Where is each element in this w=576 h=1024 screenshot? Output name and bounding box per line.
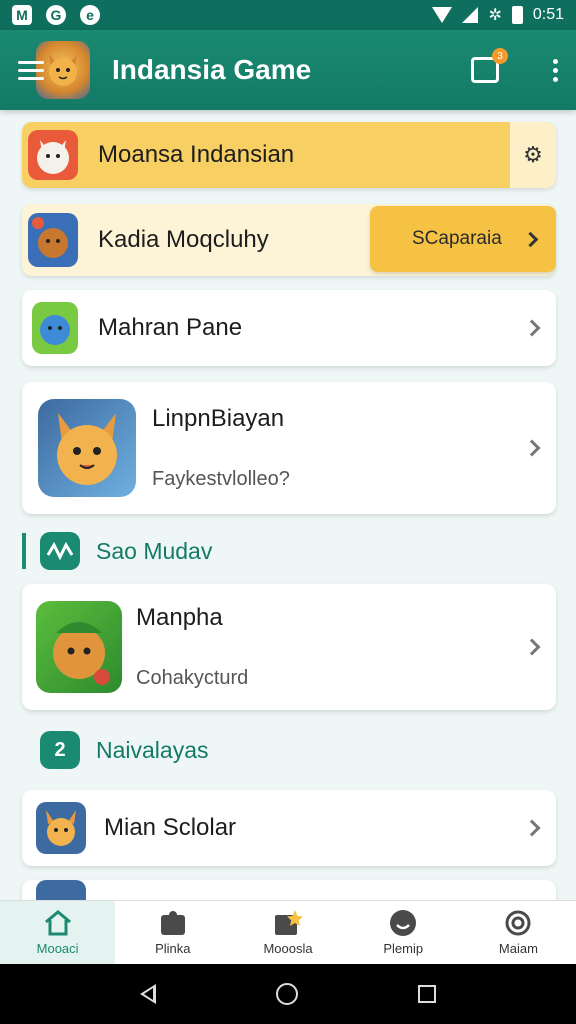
nav-item-plinka[interactable]: Plinka — [115, 901, 230, 964]
section-header: Sao Mudav — [0, 532, 212, 570]
list-item-moansa[interactable]: Moansa Indansian ⚙ — [22, 122, 556, 188]
bottom-navigation: Mooaci Plinka Mooosla Plemip Maiam — [0, 900, 576, 964]
nav-item-mooosla[interactable]: Mooosla — [230, 901, 345, 964]
app-bar: Indansia Game 3 — [0, 30, 576, 110]
chat-icon[interactable]: 3 — [471, 48, 508, 83]
app-icon: e — [80, 5, 100, 25]
list-item-label: Mian Sclolar — [104, 814, 237, 841]
list-item-subtitle: Cohakycturd — [136, 667, 249, 689]
puzzle-icon — [158, 909, 188, 937]
list-item-manpha[interactable]: Manpha Cohakycturd — [22, 584, 556, 710]
vibrate-icon: ✲ — [488, 7, 502, 24]
chevron-right-icon — [523, 819, 541, 837]
recent-apps-icon[interactable] — [418, 985, 436, 1003]
nav-label: Mooaci — [36, 941, 79, 956]
gmail-icon: M — [12, 5, 32, 25]
list-item-subtitle: Faykestvlolleo? — [152, 468, 290, 490]
nav-item-maiam[interactable]: Maiam — [461, 901, 576, 964]
action-button-label: SCaparaia — [412, 228, 502, 249]
avatar-icon — [38, 399, 136, 497]
nav-label: Plinka — [155, 941, 191, 956]
swirl-icon — [503, 909, 533, 937]
avatar-icon — [36, 601, 122, 693]
chevron-right-icon — [523, 439, 541, 457]
section-title: Sao Mudav — [96, 537, 213, 564]
list-item-title: LinpnBiayan — [152, 405, 285, 432]
home-button-icon[interactable] — [276, 983, 298, 1005]
nav-item-plemip[interactable]: Plemip — [346, 901, 461, 964]
action-button[interactable]: SCaparaia — [370, 206, 556, 272]
list-item-label: Moansa Indansian — [98, 141, 295, 168]
back-icon[interactable] — [140, 984, 156, 1004]
system-navigation — [0, 964, 576, 1024]
nav-item-home[interactable]: Mooaci — [0, 901, 116, 964]
list-item-label: Mahran Pane — [98, 314, 243, 341]
app-icon: G — [46, 5, 66, 25]
more-options-icon[interactable] — [553, 58, 558, 82]
nav-label: Plemip — [383, 941, 424, 956]
list-item-label: Kadia Moqcluhy — [98, 226, 269, 253]
nav-label: Mooosla — [263, 941, 313, 956]
list-item-mahran[interactable]: Mahran Pane — [22, 290, 556, 366]
list-item-mian[interactable]: Mian Sclolar — [22, 790, 556, 866]
section-icon: 2 — [40, 731, 80, 769]
wave-icon — [40, 532, 80, 570]
avatar-icon — [28, 213, 78, 267]
list-item-kadia[interactable]: Kadia Moqcluhy SCaparaia — [22, 204, 556, 276]
avatar-icon — [36, 802, 86, 854]
menu-icon[interactable] — [18, 60, 44, 80]
section-title: Naivalayas — [96, 736, 209, 763]
chevron-right-icon — [523, 319, 541, 337]
folder-star-icon — [273, 909, 303, 937]
chevron-right-icon — [522, 231, 539, 247]
status-bar: M G e ✲ 0:51 — [0, 0, 576, 30]
avatar-icon — [32, 302, 78, 354]
nav-label: Maiam — [498, 941, 538, 956]
smile-icon — [388, 909, 418, 937]
avatar-icon — [28, 130, 78, 180]
app-logo — [36, 41, 90, 99]
home-icon — [43, 909, 73, 937]
section-accent — [22, 533, 26, 569]
battery-icon — [511, 6, 523, 24]
app-title: Indansia Game — [112, 54, 312, 85]
list-item-title: Manpha — [136, 604, 223, 631]
status-time: 0:51 — [532, 6, 564, 23]
section-header: 2 Naivalayas — [0, 731, 209, 769]
chevron-right-icon — [523, 638, 541, 656]
settings-icon[interactable]: ⚙ — [510, 122, 556, 188]
list-item-linpnbiayan[interactable]: LinpnBiayan Faykestvlolleo? — [22, 382, 556, 514]
signal-icon — [462, 7, 479, 23]
wifi-icon — [432, 7, 453, 23]
notification-badge: 3 — [492, 48, 508, 64]
